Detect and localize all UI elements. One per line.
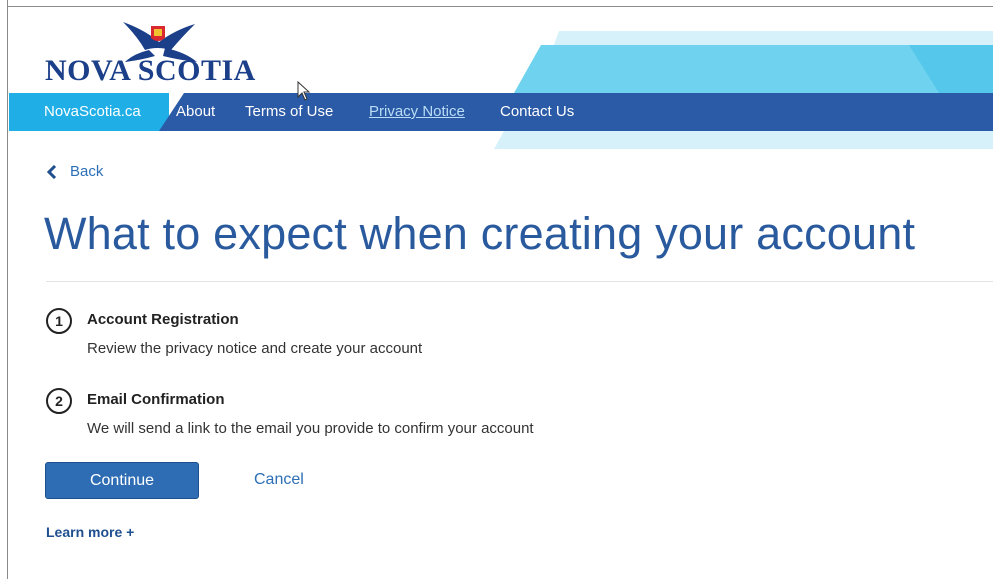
step-title: Email Confirmation: [87, 391, 225, 408]
cancel-link[interactable]: Cancel: [254, 471, 304, 489]
step-title: Account Registration: [87, 311, 239, 328]
mouse-cursor-icon: [297, 81, 311, 101]
site-header: NOVA SCOTIA NovaScotia.ca About Terms of…: [9, 8, 993, 149]
chevron-left-icon: [46, 164, 57, 179]
page-title: What to expect when creating your accoun…: [44, 208, 916, 259]
step-description: Review the privacy notice and create you…: [87, 340, 423, 357]
window-top-edge: [8, 0, 993, 7]
step-number-badge: 1: [46, 308, 72, 334]
continue-button[interactable]: Continue: [45, 462, 199, 499]
back-label: Back: [70, 163, 104, 180]
app-window: NOVA SCOTIA NovaScotia.ca About Terms of…: [0, 0, 993, 579]
nav-link-novascotia[interactable]: NovaScotia.ca: [44, 103, 141, 120]
window-left-edge: [0, 0, 8, 579]
back-link[interactable]: Back: [46, 163, 103, 180]
learn-more-link[interactable]: Learn more +: [46, 524, 134, 540]
step-description: We will send a link to the email you pro…: [87, 420, 534, 437]
title-divider: [46, 281, 993, 282]
logo-wordmark: NOVA SCOTIA: [45, 54, 256, 87]
nav-link-terms[interactable]: Terms of Use: [245, 103, 333, 120]
nova-scotia-logo[interactable]: NOVA SCOTIA: [45, 16, 285, 96]
nav-link-about[interactable]: About: [176, 103, 215, 120]
step-number-badge: 2: [46, 388, 72, 414]
nav-link-contact[interactable]: Contact Us: [500, 103, 574, 120]
nav-link-privacy[interactable]: Privacy Notice: [369, 103, 465, 120]
